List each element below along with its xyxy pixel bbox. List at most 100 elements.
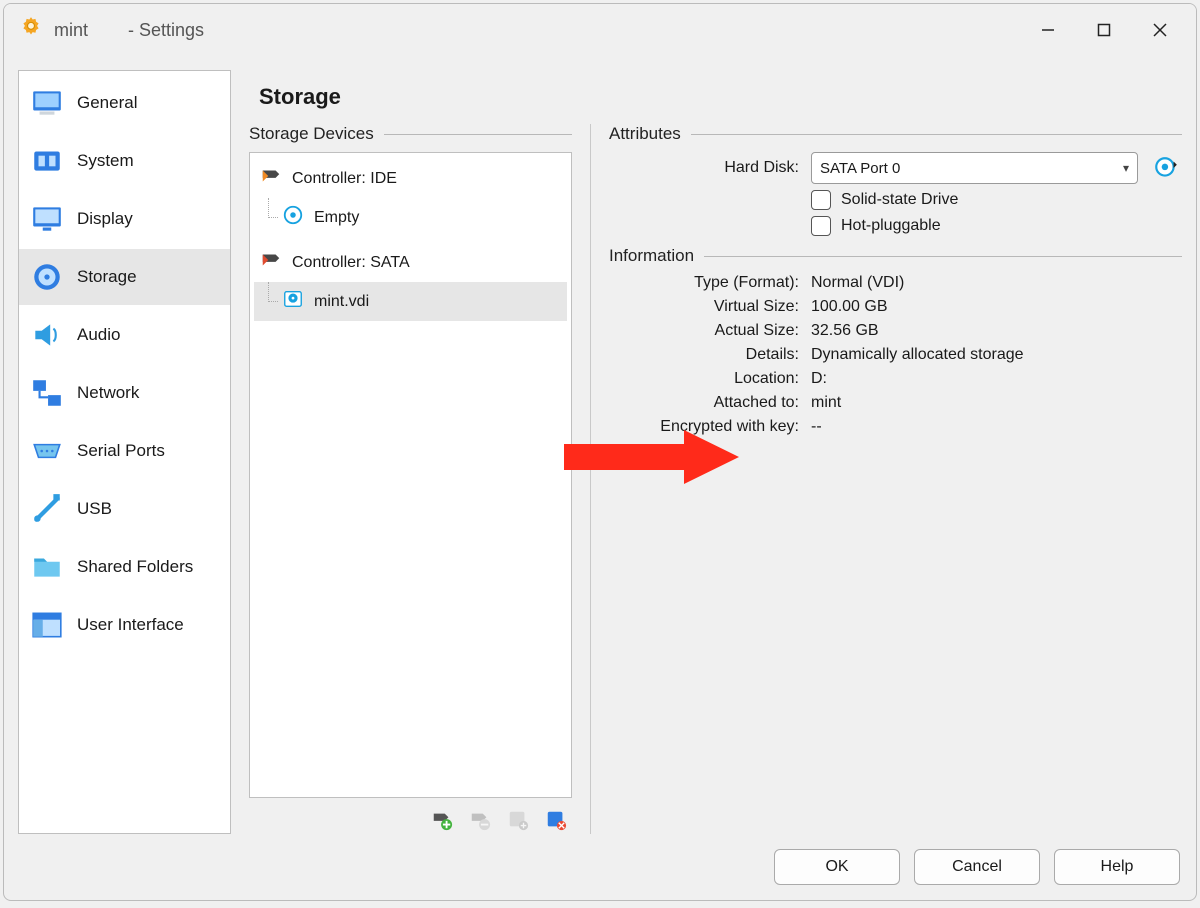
hard-disk-row: Hard Disk: SATA Port 0 ▾: [609, 152, 1182, 184]
sidebar-item-label: Shared Folders: [77, 557, 193, 577]
controller-icon: [260, 165, 282, 192]
info-details-label: Details:: [609, 346, 799, 364]
sidebar-item-system[interactable]: System: [19, 133, 230, 189]
settings-window: mint - Settings General: [3, 3, 1197, 901]
sidebar-item-shared-folders[interactable]: Shared Folders: [19, 539, 230, 595]
serial-port-icon: [29, 433, 65, 469]
hotplug-row: Hot-pluggable: [609, 216, 1182, 236]
divider: [384, 134, 572, 135]
folder-icon: [29, 549, 65, 585]
attributes-header: Attributes: [609, 124, 681, 144]
information-header: Information: [609, 246, 694, 266]
optical-disk-icon: [282, 204, 304, 231]
divider: [691, 134, 1182, 135]
controller-label: Controller: IDE: [292, 170, 397, 188]
disk-icon: [29, 259, 65, 295]
display-icon: [29, 201, 65, 237]
sidebar-item-general[interactable]: General: [19, 75, 230, 131]
titlebar: mint - Settings: [4, 4, 1196, 56]
hard-disk-select[interactable]: SATA Port 0 ▾: [811, 152, 1138, 184]
info-attached-value: mint: [811, 394, 841, 412]
hotplug-label: Hot-pluggable: [841, 217, 941, 235]
info-details-value: Dynamically allocated storage: [811, 346, 1024, 364]
storage-tree[interactable]: Controller: IDE Empty: [249, 152, 572, 798]
window-title-right: - Settings: [128, 20, 204, 41]
sidebar-item-label: Storage: [77, 267, 137, 287]
info-encrypted-label: Encrypted with key:: [609, 418, 799, 436]
sidebar-item-user-interface[interactable]: User Interface: [19, 597, 230, 653]
info-location-value: D:: [811, 370, 827, 388]
sidebar-item-label: Display: [77, 209, 133, 229]
chip-icon: [29, 143, 65, 179]
network-icon: [29, 375, 65, 411]
sidebar-item-usb[interactable]: USB: [19, 481, 230, 537]
remove-controller-button[interactable]: [466, 806, 494, 834]
sata-child-vdi[interactable]: mint.vdi: [254, 282, 567, 321]
cancel-label: Cancel: [952, 858, 1002, 876]
controller-label: Controller: SATA: [292, 254, 410, 272]
chevron-down-icon: ▾: [1123, 161, 1129, 175]
sidebar-item-network[interactable]: Network: [19, 365, 230, 421]
settings-sidebar: General System Display Storage: [18, 70, 231, 834]
main-panel: Storage Storage Devices Cont: [249, 70, 1182, 834]
dialog-footer: OK Cancel Help: [4, 844, 1196, 900]
controller-icon: [260, 249, 282, 276]
speaker-icon: [29, 317, 65, 353]
tree-connector: [268, 282, 278, 302]
monitor-icon: [29, 85, 65, 121]
sidebar-item-label: Network: [77, 383, 139, 403]
divider: [704, 256, 1182, 257]
sidebar-item-label: USB: [77, 499, 112, 519]
controller-ide[interactable]: Controller: IDE: [254, 159, 567, 198]
remove-attachment-button[interactable]: [542, 806, 570, 834]
attributes-column: Attributes Hard Disk: SATA Port 0 ▾: [591, 124, 1182, 834]
info-vsize-value: 100.00 GB: [811, 298, 888, 316]
help-label: Help: [1101, 858, 1134, 876]
info-location-label: Location:: [609, 370, 799, 388]
info-asize-label: Actual Size:: [609, 322, 799, 340]
hard-disk-label: Hard Disk:: [609, 159, 799, 177]
ssd-row: Solid-state Drive: [609, 190, 1182, 210]
info-encrypted-value: --: [811, 418, 822, 436]
sidebar-item-display[interactable]: Display: [19, 191, 230, 247]
info-type-value: Normal (VDI): [811, 274, 904, 292]
minimize-button[interactable]: [1020, 10, 1076, 50]
info-vsize-label: Virtual Size:: [609, 298, 799, 316]
sidebar-item-label: Audio: [77, 325, 120, 345]
close-button[interactable]: [1132, 10, 1188, 50]
layout-icon: [29, 607, 65, 643]
choose-disk-button[interactable]: [1150, 152, 1182, 184]
tree-item-label: Empty: [314, 209, 359, 227]
storage-devices-column: Storage Devices Controller: IDE: [249, 124, 591, 834]
sidebar-item-storage[interactable]: Storage: [19, 249, 230, 305]
sidebar-item-serial-ports[interactable]: Serial Ports: [19, 423, 230, 479]
hard-disk-value: SATA Port 0: [820, 160, 900, 177]
ok-button[interactable]: OK: [774, 849, 900, 885]
cancel-button[interactable]: Cancel: [914, 849, 1040, 885]
info-asize-value: 32.56 GB: [811, 322, 879, 340]
usb-icon: [29, 491, 65, 527]
hard-disk-icon: [282, 288, 304, 315]
sidebar-item-label: Serial Ports: [77, 441, 165, 461]
sidebar-item-label: System: [77, 151, 134, 171]
storage-toolbar: [249, 798, 572, 834]
add-attachment-button[interactable]: [504, 806, 532, 834]
maximize-button[interactable]: [1076, 10, 1132, 50]
info-attached-label: Attached to:: [609, 394, 799, 412]
ide-child-empty[interactable]: Empty: [254, 198, 567, 237]
ssd-label: Solid-state Drive: [841, 191, 958, 209]
add-controller-button[interactable]: [428, 806, 456, 834]
body: General System Display Storage: [4, 56, 1196, 844]
sidebar-item-label: General: [77, 93, 137, 113]
controller-sata[interactable]: Controller: SATA: [254, 243, 567, 282]
info-type-label: Type (Format):: [609, 274, 799, 292]
page-title: Storage: [259, 84, 1182, 110]
hotplug-checkbox[interactable]: [811, 216, 831, 236]
help-button[interactable]: Help: [1054, 849, 1180, 885]
tree-connector: [268, 198, 278, 218]
tree-item-label: mint.vdi: [314, 293, 369, 311]
sidebar-item-audio[interactable]: Audio: [19, 307, 230, 363]
app-icon: [18, 15, 44, 45]
ok-label: OK: [825, 858, 848, 876]
ssd-checkbox[interactable]: [811, 190, 831, 210]
